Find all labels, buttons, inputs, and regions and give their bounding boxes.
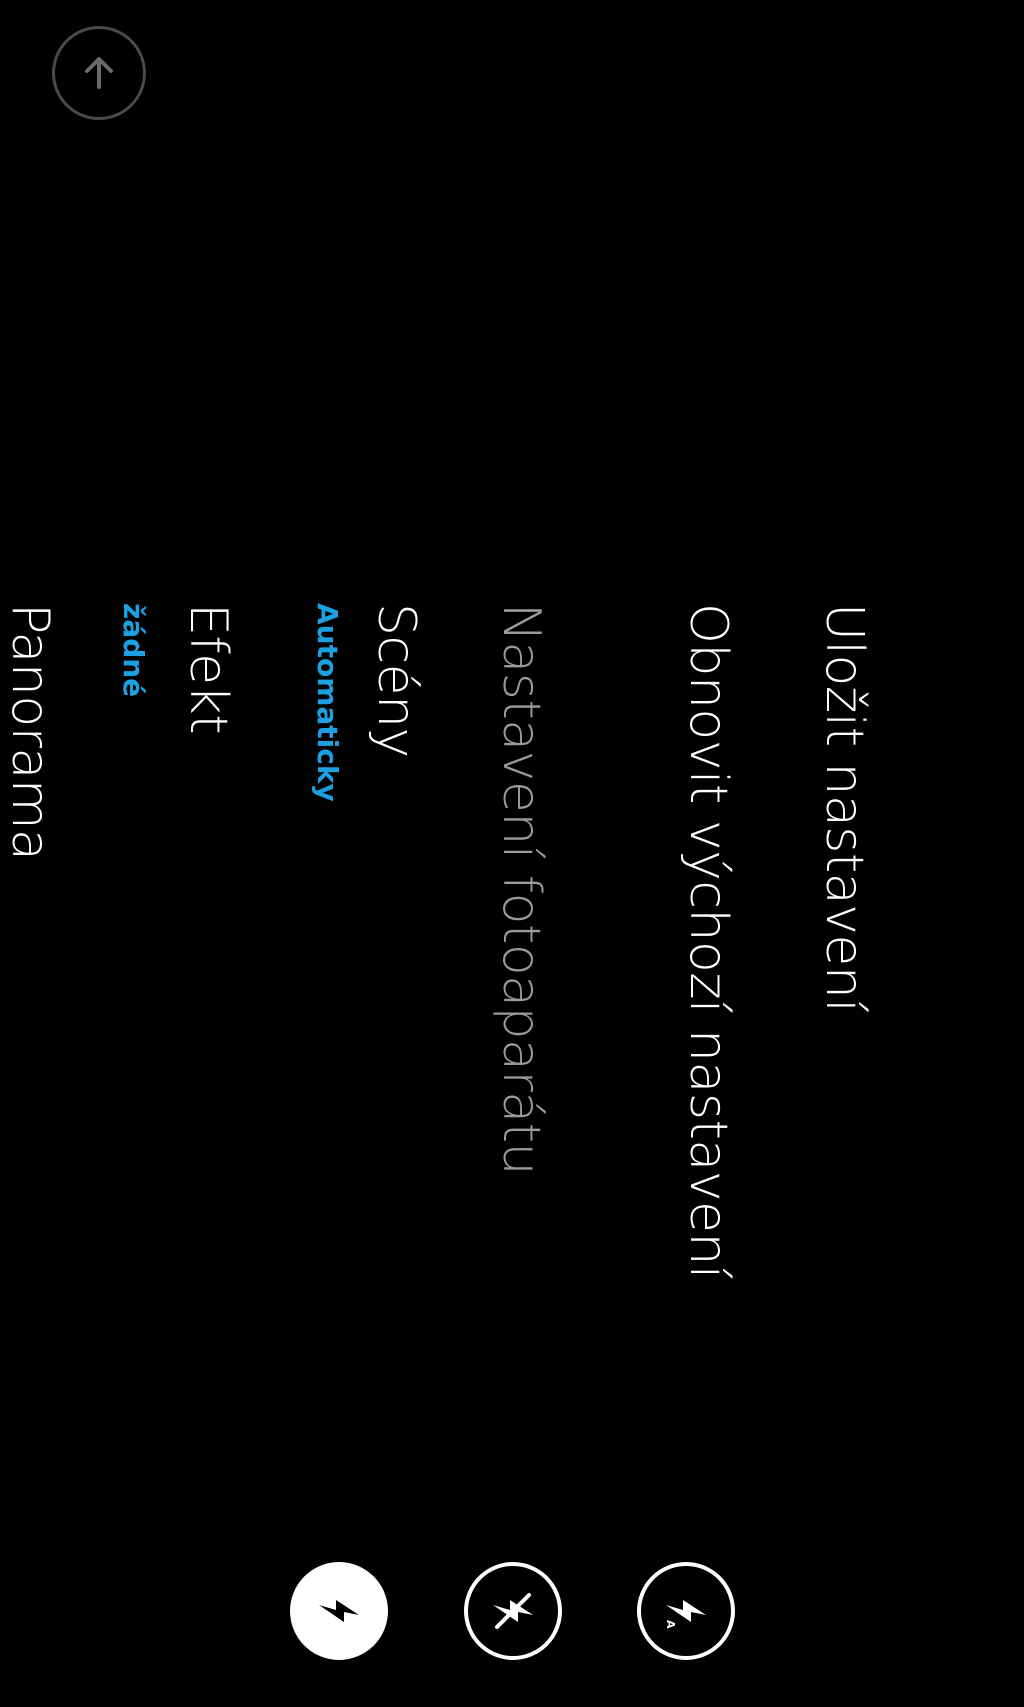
save-settings-item[interactable]: Uložit nastavení — [814, 603, 874, 1012]
effect-value: žádné — [117, 603, 150, 698]
scenes-value: Automaticky — [311, 603, 344, 802]
back-button[interactable] — [52, 26, 146, 120]
panorama-item[interactable]: Panorama — [0, 603, 60, 860]
scenes-item[interactable]: Scény — [366, 603, 426, 758]
svg-text:A: A — [664, 1620, 677, 1629]
camera-settings-screen: Uložit nastavení Obnovit výchozí nastave… — [0, 0, 1024, 1707]
effect-item[interactable]: Efekt — [178, 603, 238, 734]
flash-off-icon — [493, 1593, 533, 1629]
arrow-up-icon — [85, 57, 113, 89]
flash-auto-button[interactable]: A — [637, 1562, 735, 1660]
flash-on-button[interactable] — [290, 1562, 388, 1660]
flash-off-button[interactable] — [464, 1562, 562, 1660]
camera-settings-header: Nastavení fotoaparátu — [491, 603, 551, 1175]
restore-defaults-item[interactable]: Obnovit výchozí nastavení — [678, 603, 738, 1279]
flash-on-icon — [319, 1600, 359, 1622]
flash-auto-icon: A — [664, 1600, 706, 1629]
